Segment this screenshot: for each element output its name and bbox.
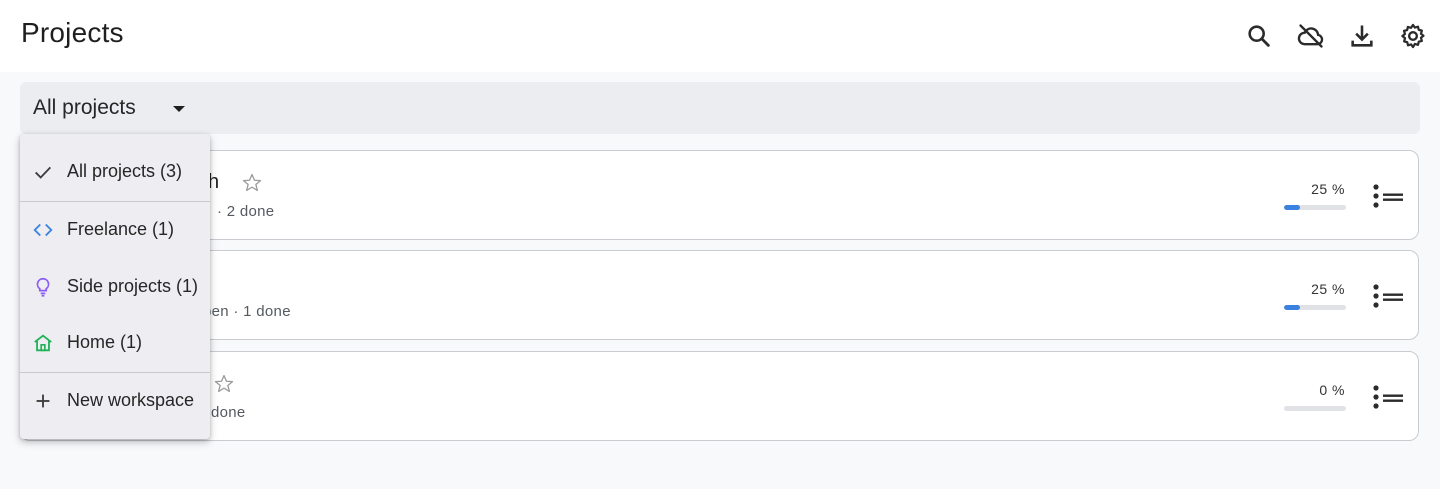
settings-button[interactable]	[1393, 16, 1433, 56]
search-icon	[1248, 25, 1270, 47]
project-card[interactable]: pen · 1 done 25 %	[20, 250, 1419, 340]
menu-item-all-projects[interactable]: All projects (3)	[20, 144, 210, 200]
menu-item-label: Side projects (1)	[67, 276, 199, 296]
drag-handle-icon[interactable]	[1370, 384, 1404, 410]
menu-item-new-workspace[interactable]: New workspace	[20, 373, 210, 429]
star-icon[interactable]	[241, 172, 263, 194]
project-meta: · 2 done	[217, 203, 275, 220]
cloud-off-icon	[1297, 24, 1324, 48]
plus-icon	[36, 394, 50, 408]
project-card[interactable]: ch · 2 done 25 %	[20, 150, 1419, 240]
code-icon	[33, 223, 53, 237]
progress-bar	[1284, 205, 1346, 210]
menu-item-label: Home (1)	[67, 332, 143, 352]
project-meta: done	[211, 404, 246, 421]
home-icon	[34, 334, 52, 352]
check-icon	[35, 166, 51, 179]
filter-selected-label: All projects	[33, 96, 136, 119]
progress-percent: 25 %	[1311, 181, 1345, 197]
star-icon[interactable]	[213, 373, 235, 395]
menu-item-label: New workspace	[67, 390, 195, 410]
settings-icon	[1401, 23, 1425, 49]
progress-percent: 25 %	[1311, 281, 1345, 297]
progress-bar	[1284, 406, 1346, 411]
project-meta: pen · 1 done	[203, 303, 291, 320]
menu-item-home[interactable]: Home (1)	[20, 315, 210, 371]
project-card[interactable]: done 0 %	[20, 351, 1419, 441]
page-title: Projects	[21, 17, 124, 48]
menu-item-label: All projects (3)	[67, 161, 183, 181]
workspace-dropdown-menu: All projects (3) Freelance (1) Side proj…	[20, 134, 210, 439]
progress-fill	[1284, 205, 1300, 210]
lightbulb-icon	[36, 277, 50, 297]
menu-item-freelance[interactable]: Freelance (1)	[20, 202, 210, 258]
drag-handle-icon[interactable]	[1370, 283, 1404, 309]
progress-bar	[1284, 305, 1346, 310]
sync-button[interactable]	[1291, 16, 1331, 56]
top-app-bar: Projects	[0, 0, 1440, 72]
download-icon	[1351, 25, 1373, 47]
project-filter-select[interactable]: All projects	[20, 82, 1420, 134]
search-button[interactable]	[1239, 16, 1279, 56]
menu-item-label: Freelance (1)	[67, 219, 175, 239]
drag-handle-icon[interactable]	[1370, 183, 1404, 209]
progress-fill	[1284, 305, 1300, 310]
progress-percent: 0 %	[1319, 382, 1345, 398]
download-button[interactable]	[1342, 16, 1382, 56]
caret-down-icon	[173, 106, 185, 112]
menu-item-side-projects[interactable]: Side projects (1)	[20, 259, 210, 315]
